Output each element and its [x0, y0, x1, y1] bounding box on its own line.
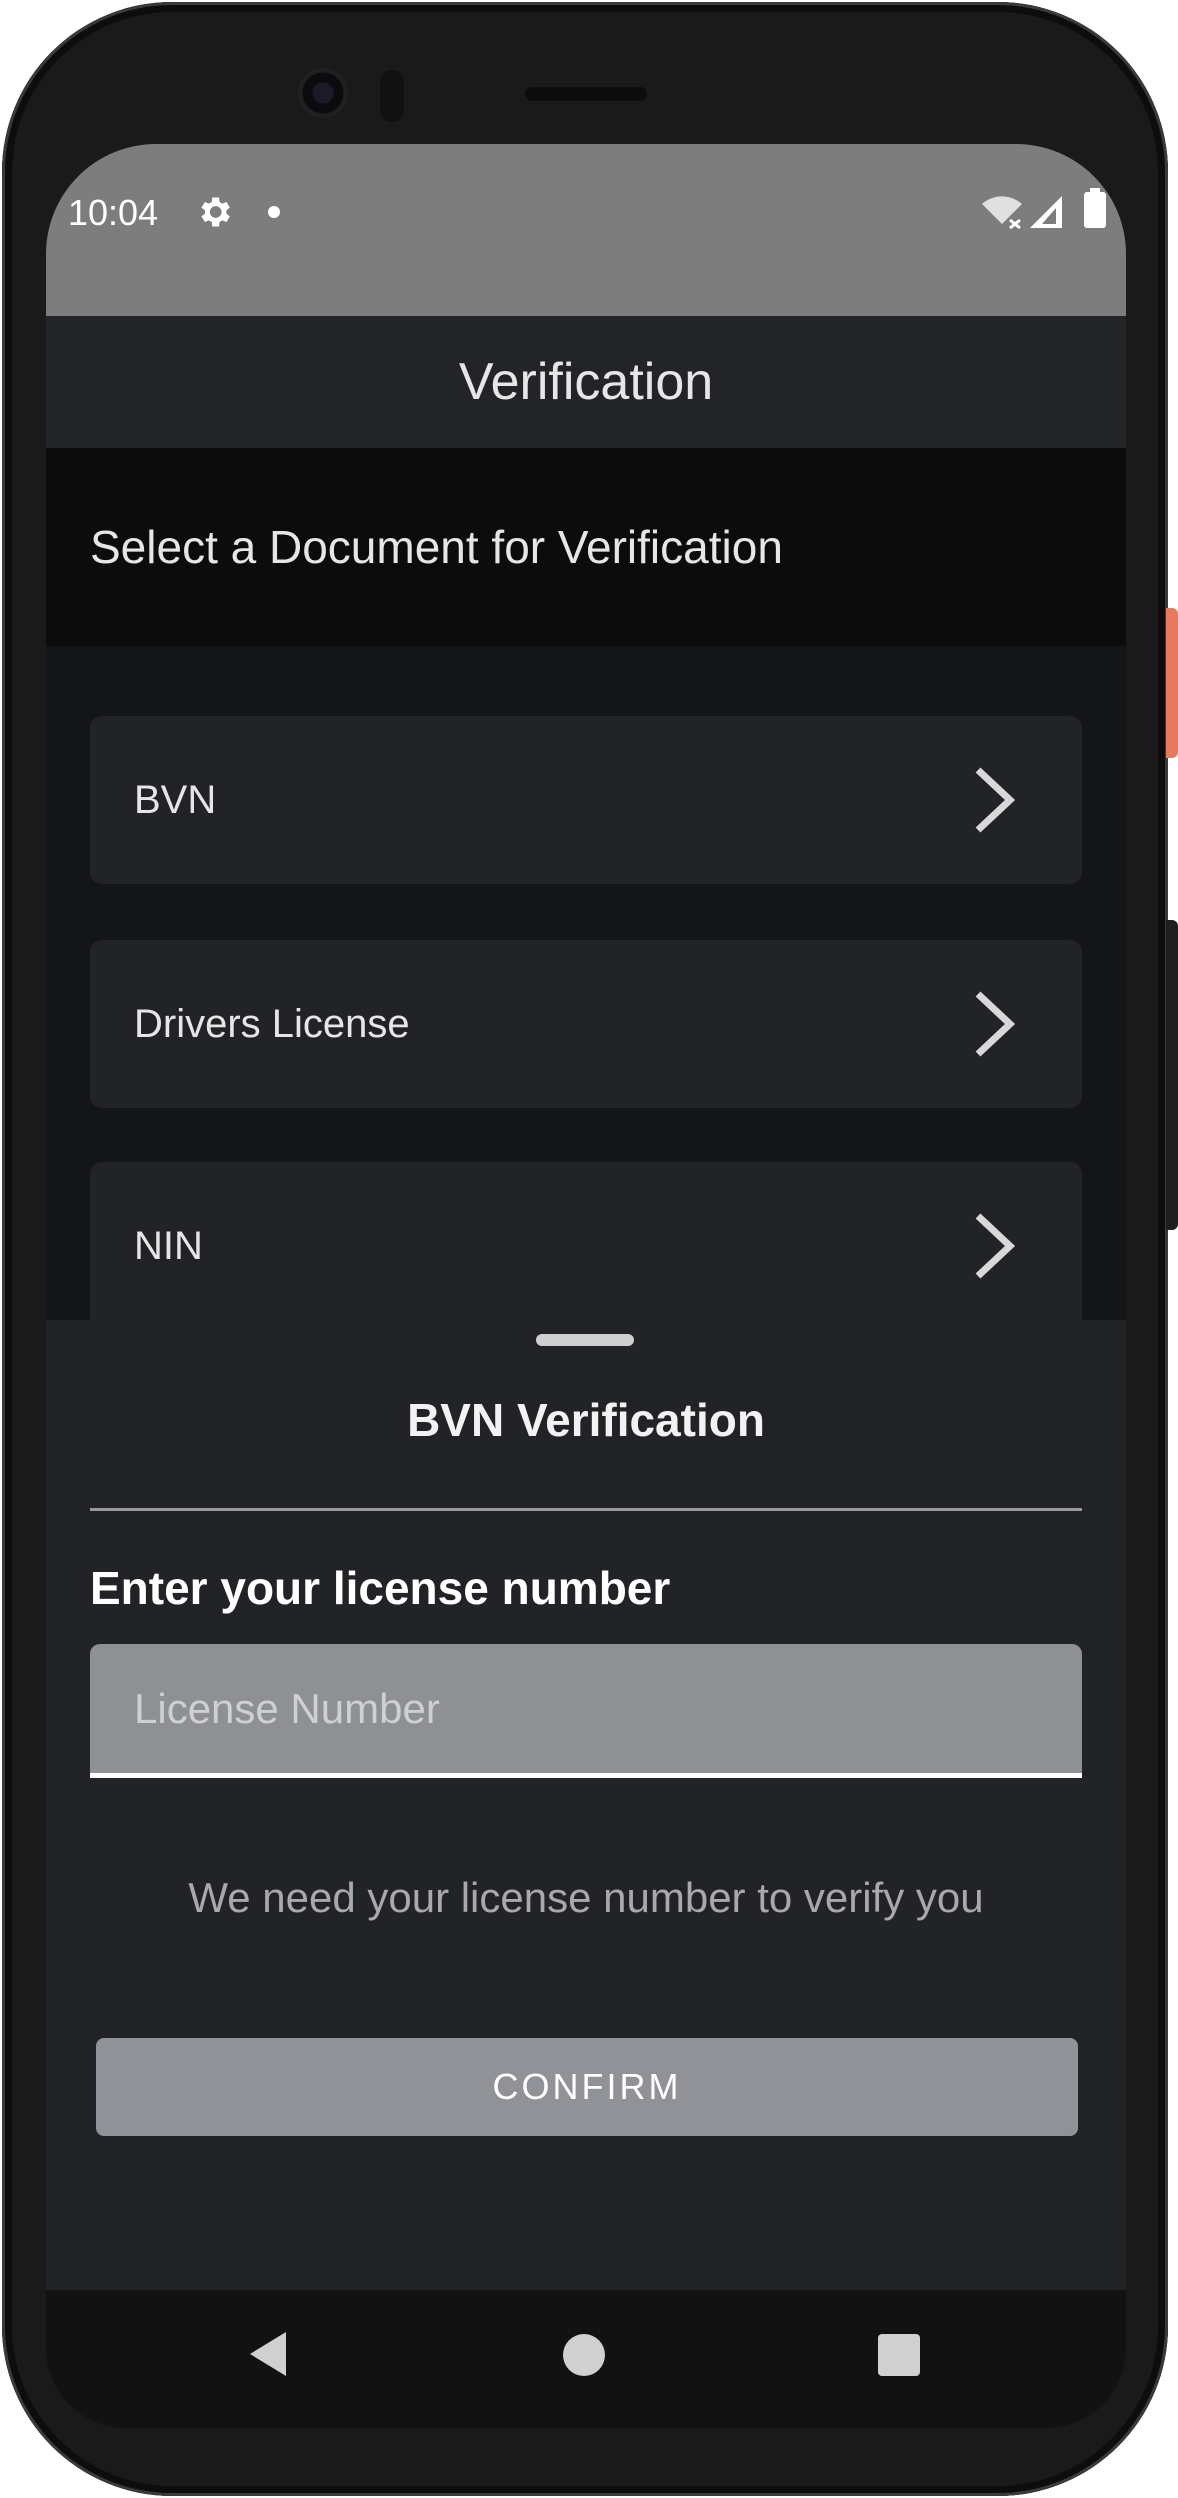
- chevron-right-icon: [975, 767, 1016, 833]
- battery-icon: [1084, 188, 1106, 228]
- sheet-title: BVN Verification: [407, 1394, 765, 1446]
- section-title: Select a Document for Verification: [90, 521, 783, 573]
- license-number-input[interactable]: [90, 1644, 1082, 1778]
- back-icon[interactable]: [246, 2330, 290, 2378]
- chevron-right-icon: [975, 991, 1016, 1057]
- status-time: 10:04: [68, 192, 159, 233]
- section-header: Select a Document for Verification: [46, 448, 1126, 646]
- document-item-label: NIN: [134, 1224, 203, 1268]
- volume-button: [1166, 920, 1178, 1230]
- notification-dot-icon: [268, 206, 280, 218]
- front-camera: [298, 68, 348, 118]
- sheet-drag-handle[interactable]: [536, 1334, 634, 1346]
- power-button: [1166, 608, 1178, 758]
- document-item-label: Drivers License: [134, 1002, 410, 1046]
- chevron-right-icon: [975, 1213, 1016, 1279]
- divider: [90, 1508, 1082, 1511]
- screen: 10:04 Verification Select a Document for…: [46, 144, 1126, 2428]
- field-label: Enter your license number: [90, 1562, 671, 1614]
- document-item-bvn[interactable]: BVN: [90, 716, 1082, 884]
- document-item-label: BVN: [134, 778, 217, 822]
- app-bar: Verification: [46, 316, 1126, 448]
- proximity-sensor: [380, 70, 404, 122]
- wifi-off-icon: [982, 196, 1022, 230]
- navigation-bar: [46, 2290, 1126, 2428]
- document-item-nin[interactable]: NIN: [90, 1162, 1082, 1330]
- earpiece-speaker: [525, 87, 647, 101]
- recents-icon[interactable]: [878, 2334, 920, 2376]
- helper-text: We need your license number to verify yo…: [188, 1874, 984, 1921]
- confirm-button[interactable]: CONFIRM: [96, 2038, 1078, 2136]
- home-icon[interactable]: [563, 2334, 605, 2376]
- page-title: Verification: [458, 353, 714, 411]
- document-item-drivers-license[interactable]: Drivers License: [90, 940, 1082, 1108]
- status-bar: 10:04: [46, 144, 1126, 316]
- gear-icon: [201, 197, 230, 227]
- signal-icon: [1030, 196, 1062, 228]
- bottom-sheet: BVN Verification Enter your license numb…: [46, 1320, 1126, 2290]
